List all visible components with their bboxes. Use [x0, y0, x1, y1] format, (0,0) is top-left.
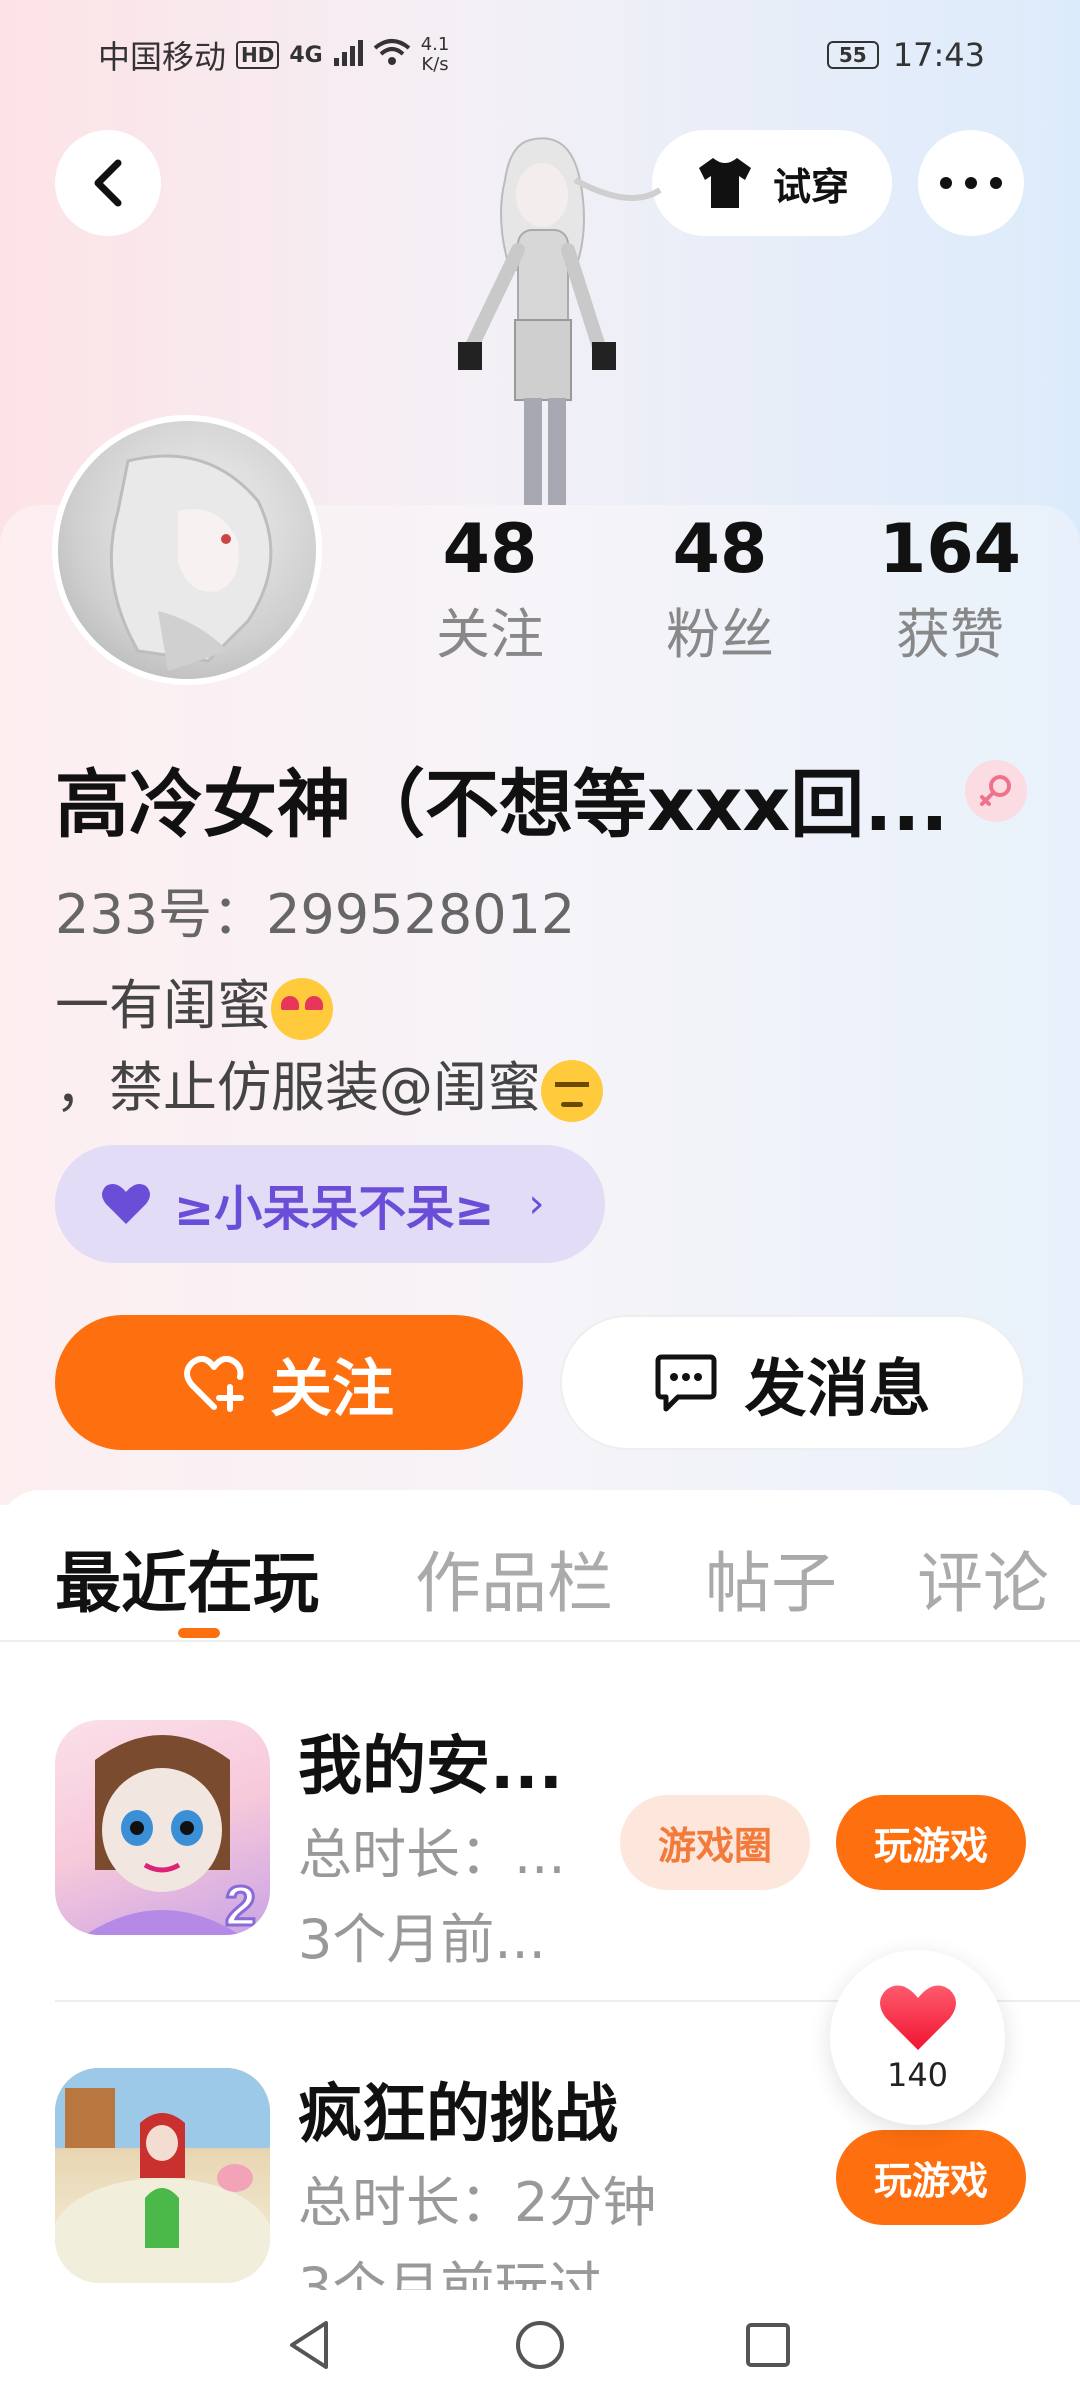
play-game-button[interactable]: 玩游戏	[836, 1795, 1026, 1890]
bio: 一有闺蜜 ，禁止仿服装@闺蜜	[55, 965, 603, 1129]
more-icon	[940, 177, 1002, 189]
game-duration: 总时长：...	[298, 1823, 566, 1886]
try-on-button[interactable]: 试穿	[652, 130, 892, 236]
back-button[interactable]	[55, 130, 161, 236]
heart-icon	[102, 1184, 150, 1224]
stat-label: 粉丝	[666, 603, 774, 666]
message-button[interactable]: 发消息	[560, 1315, 1025, 1450]
like-count: 140	[886, 2055, 949, 2094]
game-name: 疯狂的挑战	[298, 2078, 618, 2152]
nav-recent-icon	[746, 2323, 790, 2367]
status-left: 中国移动 HD 4G 4.1 K/s	[98, 32, 449, 78]
status-bar: 中国移动 HD 4G 4.1 K/s 55 17:43	[0, 0, 1080, 110]
tab-bar: 最近在玩 作品栏 帖子 评论	[0, 1500, 1080, 1640]
tab-works[interactable]: 作品栏	[415, 1530, 613, 1626]
tab-recent[interactable]: 最近在玩	[55, 1530, 319, 1626]
heart-eyes-emoji	[271, 978, 333, 1041]
speed-value: 4.1	[420, 34, 450, 55]
stat-value: 48	[442, 510, 538, 589]
stat-label: 获赞	[896, 603, 1004, 666]
chat-icon	[655, 1354, 717, 1411]
bio-text: ，禁止仿服装@闺蜜	[55, 1056, 541, 1119]
follow-button[interactable]: 关注	[55, 1315, 523, 1450]
chevron-right-icon: ›	[528, 1181, 545, 1227]
back-icon	[94, 159, 122, 207]
user-id: 233号：299528012	[55, 883, 576, 946]
nav-back-button[interactable]	[260, 2290, 360, 2400]
club-tag-label: ≥小呆呆不呆≥	[174, 1181, 495, 1237]
tab-posts[interactable]: 帖子	[705, 1530, 837, 1626]
stat-label: 关注	[436, 603, 544, 666]
avatar-figure	[400, 120, 680, 520]
stat-likes[interactable]: 164 获赞	[860, 505, 1040, 675]
avatar[interactable]	[52, 415, 322, 685]
message-label: 发消息	[744, 1351, 931, 1425]
club-tag[interactable]: ≥小呆呆不呆≥ ›	[55, 1145, 605, 1263]
nav-home-button[interactable]	[490, 2290, 590, 2400]
play-game-button[interactable]: 玩游戏	[836, 2130, 1026, 2225]
add-follow-icon	[184, 1355, 244, 1412]
stat-value: 48	[672, 510, 768, 589]
like-button[interactable]: 140	[830, 1950, 1005, 2125]
stat-followers[interactable]: 48 粉丝	[630, 505, 810, 675]
svg-text:2: 2	[225, 1874, 256, 1935]
stat-value: 164	[879, 510, 1021, 589]
network-speed: 4.1 K/s	[421, 35, 450, 75]
bio-text: 一有闺蜜	[55, 974, 271, 1037]
game-last-played: 3个月前...	[298, 1908, 546, 1971]
wifi-icon	[373, 36, 411, 74]
game-name: 我的安...	[298, 1730, 563, 1804]
divider	[0, 1640, 1080, 1642]
game-icon[interactable]: 2	[55, 1720, 270, 1935]
game-duration: 总时长：2分钟	[298, 2171, 657, 2234]
network-type: 4G	[289, 42, 323, 68]
bio-line-2: ，禁止仿服装@闺蜜	[55, 1047, 603, 1129]
system-nav-bar	[0, 2290, 1080, 2400]
more-button[interactable]	[918, 130, 1024, 236]
speed-unit: K/s	[421, 54, 449, 75]
nav-home-icon	[516, 2321, 564, 2369]
clock: 17:43	[892, 36, 985, 74]
game-icon[interactable]	[55, 2068, 270, 2283]
unamused-emoji	[541, 1060, 603, 1123]
status-right: 55 17:43	[826, 36, 985, 74]
stat-following[interactable]: 48 关注	[400, 505, 580, 675]
tab-comments[interactable]: 评论	[917, 1530, 1049, 1626]
nav-back-icon	[290, 2321, 328, 2369]
carrier-name: 中国移动	[98, 38, 227, 76]
hd-badge: HD	[236, 41, 280, 69]
nickname: 高冷女神（不想等xxx回...	[55, 762, 949, 848]
follow-label: 关注	[269, 1351, 394, 1425]
tab-indicator	[178, 1628, 220, 1638]
avatar-image	[58, 421, 316, 679]
female-icon	[965, 760, 1027, 822]
battery-icon: 55	[826, 41, 879, 69]
try-on-label: 试穿	[772, 164, 849, 209]
game-circle-button[interactable]: 游戏圈	[620, 1795, 810, 1890]
signal-icon	[333, 36, 363, 74]
nav-recent-button[interactable]	[718, 2290, 818, 2400]
bio-line-1: 一有闺蜜	[55, 965, 603, 1047]
tshirt-icon	[698, 158, 751, 208]
heart-icon	[879, 1985, 956, 2050]
